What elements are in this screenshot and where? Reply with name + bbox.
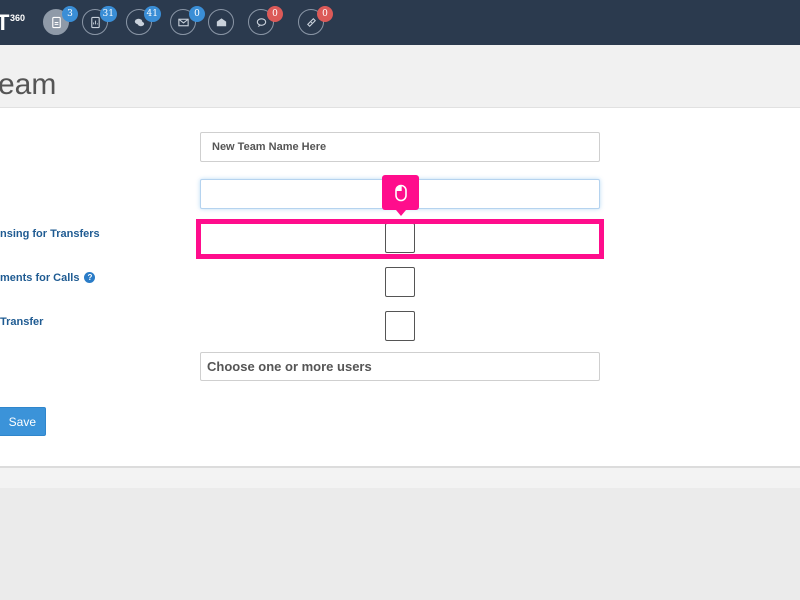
chat-bubbles-icon xyxy=(134,18,144,26)
nav-chats-badge: 41 xyxy=(143,6,161,22)
speech-bubble-icon xyxy=(256,17,266,27)
nav-conversations-badge: 0 xyxy=(267,6,283,22)
click-indicator xyxy=(382,175,419,216)
users-select-input[interactable] xyxy=(200,352,600,381)
top-navigation-bar: T 360 3 31 41 0 0 0 xyxy=(0,0,800,45)
mouse-icon xyxy=(394,184,407,201)
page-header xyxy=(0,45,800,107)
help-icon[interactable]: ? xyxy=(84,272,96,283)
nav-messages-badge: 0 xyxy=(189,6,205,22)
nav-reports-badge: 31 xyxy=(99,6,117,22)
transfers-setting-label: nsing for Transfers xyxy=(0,228,100,240)
nav-chats-button[interactable]: 41 xyxy=(126,6,161,35)
nav-conversations-button[interactable]: 0 xyxy=(248,6,283,35)
save-button[interactable]: Save xyxy=(0,407,46,436)
nav-inbox-button[interactable] xyxy=(208,9,234,35)
footer-strip xyxy=(0,468,800,488)
calls-setting-label: ments for Calls? xyxy=(0,272,96,284)
page-title: eam xyxy=(0,68,57,101)
envelope-icon xyxy=(177,18,189,26)
ticket-icon xyxy=(306,17,316,27)
nav-documents-badge: 3 xyxy=(62,6,78,22)
team-name-input[interactable] xyxy=(200,132,600,162)
document-icon xyxy=(51,16,61,28)
app-logo[interactable]: T xyxy=(0,12,9,34)
transfer-setting-label: Transfer xyxy=(0,316,44,328)
calls-setting-checkbox[interactable] xyxy=(385,267,415,297)
nav-messages-button[interactable]: 0 xyxy=(170,6,205,35)
report-icon xyxy=(90,16,100,28)
nav-reports-button[interactable]: 31 xyxy=(82,6,117,35)
open-envelope-icon xyxy=(216,17,226,26)
nav-documents-button[interactable]: 3 xyxy=(43,6,78,35)
nav-tickets-badge: 0 xyxy=(317,6,333,22)
nav-tickets-button[interactable]: 0 xyxy=(298,6,333,35)
transfer-setting-checkbox[interactable] xyxy=(385,311,415,341)
app-logo-suffix: 360 xyxy=(10,13,26,23)
target-highlight-box xyxy=(196,219,604,259)
